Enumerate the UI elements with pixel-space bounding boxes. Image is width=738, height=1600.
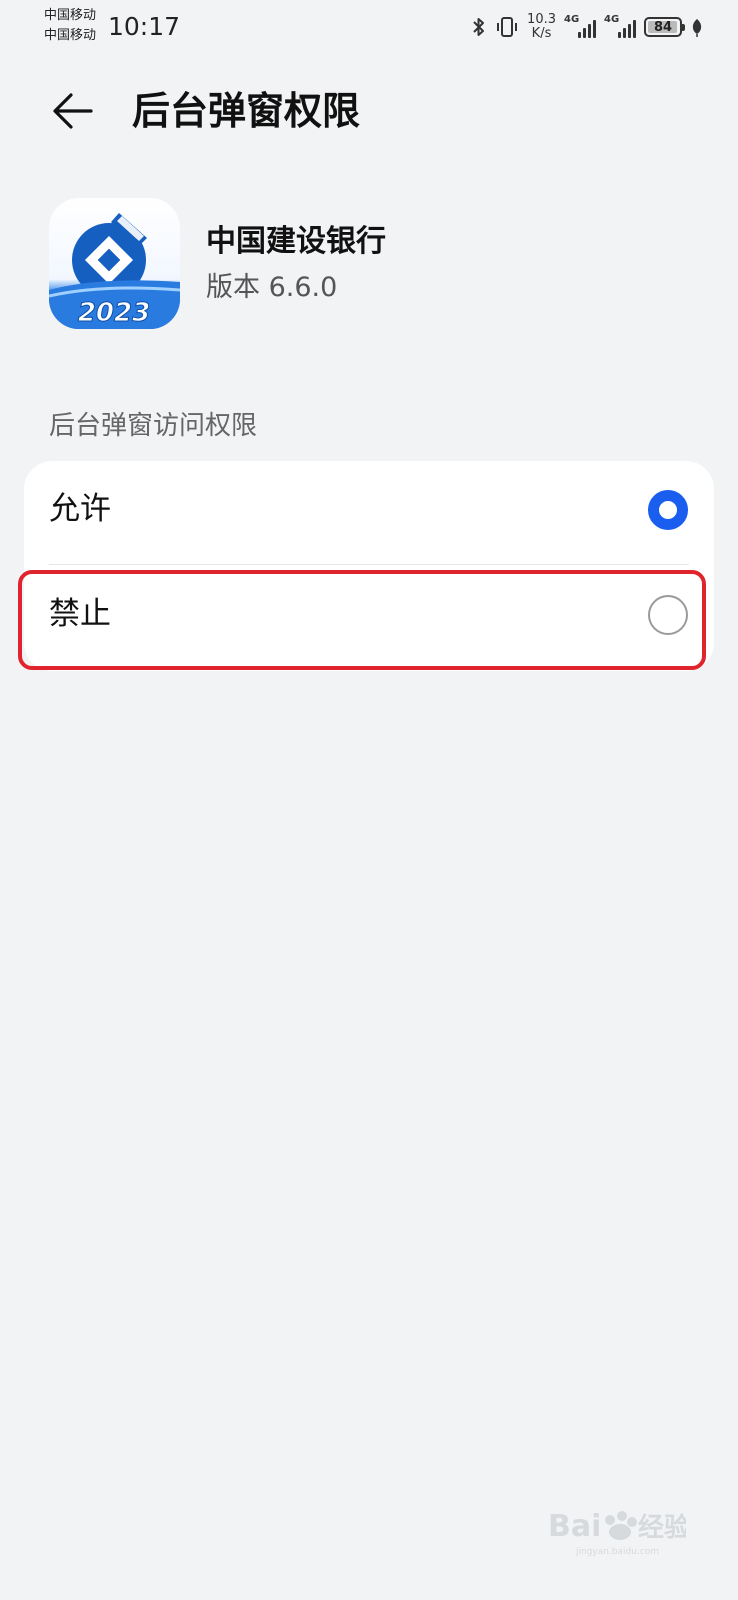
signal-icon-2: 4G bbox=[604, 14, 636, 38]
status-bar: 中国移动 中国移动 10:17 10.3 K/s 4G 4G 84 bbox=[0, 0, 738, 56]
option-allow-label: 允许 bbox=[49, 491, 111, 527]
app-version: 版本 6.6.0 bbox=[206, 272, 338, 303]
svg-text:Bai: Bai bbox=[548, 1509, 601, 1544]
network-speed: 10.3 K/s bbox=[527, 13, 556, 41]
network-speed-unit: K/s bbox=[531, 26, 552, 41]
svg-text:经验: 经验 bbox=[638, 1512, 686, 1543]
section-title: 后台弹窗访问权限 bbox=[49, 411, 258, 441]
baidu-jingyan-watermark: Bai 经验 jingyan.baidu.com bbox=[546, 1498, 686, 1558]
back-button[interactable] bbox=[46, 84, 100, 138]
option-deny-label: 禁止 bbox=[49, 596, 111, 632]
signal-2-tag: 4G bbox=[604, 14, 620, 25]
vibrate-icon bbox=[495, 15, 519, 39]
carrier-names: 中国移动 中国移动 bbox=[44, 6, 96, 46]
option-allow[interactable]: 允许 bbox=[24, 461, 714, 559]
app-name: 中国建设银行 bbox=[206, 224, 386, 259]
radio-deny-unchecked[interactable] bbox=[648, 595, 688, 635]
signal-icon: 4G bbox=[564, 14, 596, 38]
options-card: 允许 禁止 bbox=[24, 461, 714, 671]
clock: 10:17 bbox=[108, 12, 181, 41]
battery-icon: 84 bbox=[644, 17, 685, 37]
network-speed-value: 10.3 bbox=[527, 12, 556, 27]
battery-level: 84 bbox=[653, 19, 673, 35]
screen: 中国移动 中国移动 10:17 10.3 K/s 4G 4G 84 后台弹窗权限… bbox=[0, 0, 738, 1600]
app-icon-badge: 2023 bbox=[78, 298, 150, 328]
carrier-1: 中国移动 bbox=[44, 8, 97, 23]
watermark-subtext: jingyan.baidu.com bbox=[575, 1547, 659, 1557]
carrier-2: 中国移动 bbox=[44, 28, 97, 43]
bluetooth-icon bbox=[471, 15, 487, 39]
title-bar: 后台弹窗权限 bbox=[0, 70, 738, 150]
page-title: 后台弹窗权限 bbox=[132, 89, 361, 133]
divider bbox=[49, 564, 689, 565]
status-icons: 10.3 K/s 4G 4G 84 bbox=[471, 12, 704, 42]
arrow-left-icon bbox=[53, 93, 93, 129]
app-icon: 2023 bbox=[49, 198, 180, 329]
option-deny[interactable]: 禁止 bbox=[24, 566, 714, 664]
signal-1-tag: 4G bbox=[564, 14, 580, 25]
radio-allow-checked[interactable] bbox=[648, 490, 688, 530]
leaf-icon bbox=[690, 17, 704, 37]
